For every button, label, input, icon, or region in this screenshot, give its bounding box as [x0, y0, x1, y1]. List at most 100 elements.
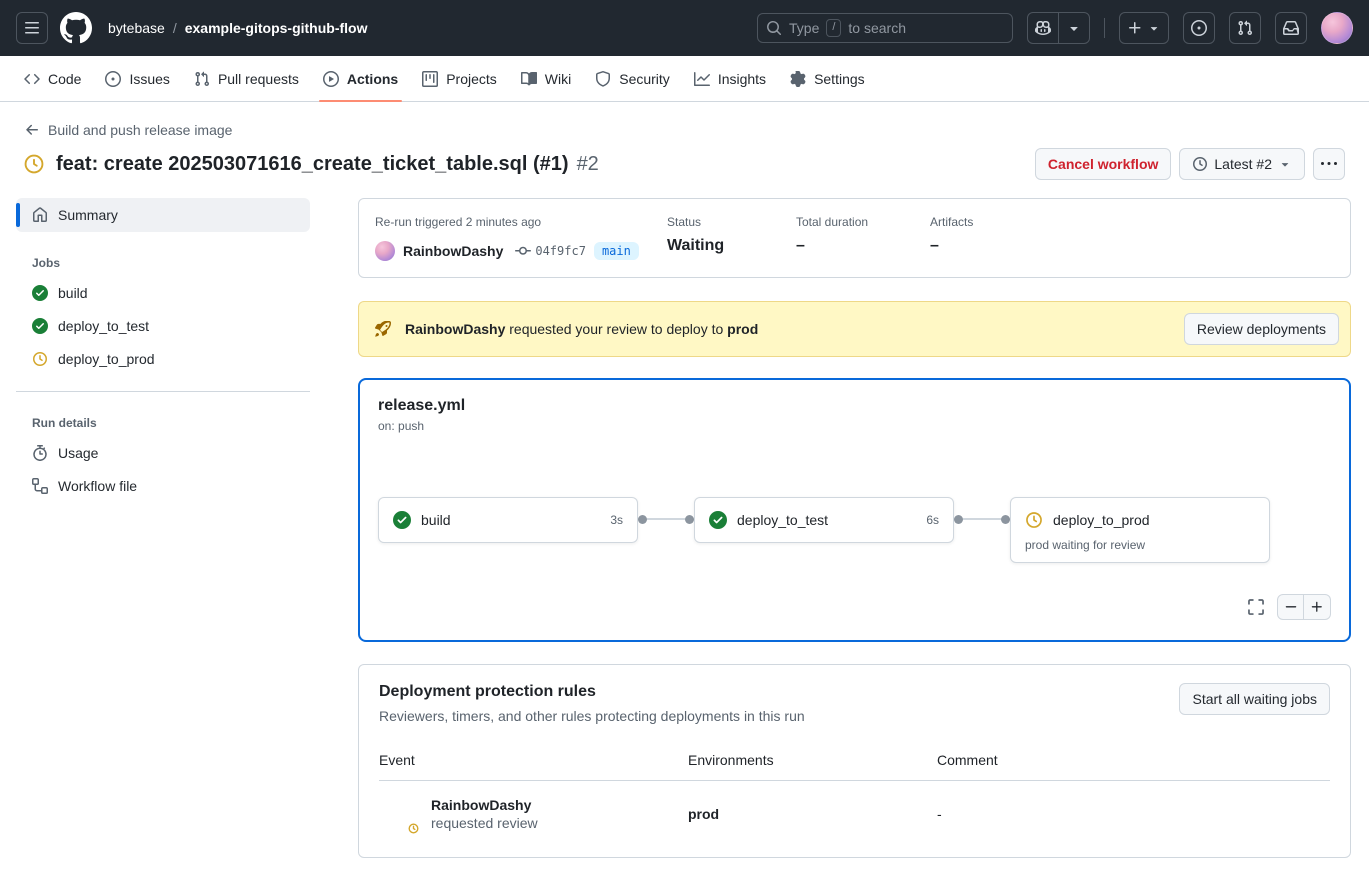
protection-table-header: Event Environments Comment [379, 742, 1330, 781]
slash-keycap: / [826, 19, 841, 36]
connector-line [963, 518, 1001, 520]
sidebar-job-deploy-to-test[interactable]: deploy_to_test [16, 309, 310, 342]
tab-label: Settings [814, 71, 865, 87]
sidebar-divider [16, 391, 310, 392]
back-to-workflow-link[interactable]: Build and push release image [24, 122, 232, 138]
pending-clock-badge-icon [405, 820, 422, 837]
trigger-text: Re-run triggered 2 minutes ago [375, 215, 667, 229]
tab-pull-requests[interactable]: Pull requests [182, 56, 311, 101]
deployment-protection-card: Deployment protection rules Reviewers, t… [358, 664, 1351, 858]
actor-link[interactable]: RainbowDashy [403, 243, 503, 259]
tab-label: Wiki [545, 71, 571, 87]
zoom-out-button[interactable] [1277, 594, 1304, 620]
protection-title: Deployment protection rules [379, 683, 805, 701]
graph-node-deploy-to-prod[interactable]: deploy_to_prod prod waiting for review [1010, 497, 1270, 563]
actor-avatar[interactable] [375, 241, 395, 261]
header-actions: Type / to search [757, 12, 1353, 44]
create-new-button[interactable] [1119, 12, 1169, 44]
artifacts-value: – [930, 237, 973, 255]
sidebar-item-workflow-file[interactable]: Workflow file [16, 469, 310, 502]
run-number: #2 [577, 153, 599, 176]
sidebar-workflow-file-label: Workflow file [58, 478, 137, 494]
cancel-workflow-button[interactable]: Cancel workflow [1035, 148, 1171, 180]
github-logo[interactable] [60, 12, 92, 44]
graph-node-deploy-to-test[interactable]: deploy_to_test 6s [694, 497, 954, 543]
tab-label: Projects [446, 71, 497, 87]
copilot-button[interactable] [1028, 13, 1058, 43]
artifacts-label: Artifacts [930, 215, 973, 229]
issues-dashboard-button[interactable] [1183, 12, 1215, 44]
review-deployments-button[interactable]: Review deployments [1184, 313, 1339, 345]
run-title: feat: create 202503071616_create_ticket_… [56, 153, 569, 176]
breadcrumb-separator: / [173, 20, 177, 36]
tab-issues[interactable]: Issues [93, 56, 181, 101]
search-icon [766, 20, 782, 36]
graph-icon [694, 71, 710, 87]
reviewer-avatar[interactable] [379, 794, 419, 834]
rocket-icon [375, 321, 391, 337]
sidebar-item-usage[interactable]: Usage [16, 436, 310, 469]
tab-label: Pull requests [218, 71, 299, 87]
breadcrumb-org-link[interactable]: bytebase [108, 20, 165, 36]
review-request-actor[interactable]: RainbowDashy [405, 321, 505, 337]
pull-requests-dashboard-button[interactable] [1229, 12, 1261, 44]
sidebar-job-deploy-to-prod[interactable]: deploy_to_prod [16, 342, 310, 375]
sidebar-job-label: deploy_to_prod [58, 351, 155, 367]
tab-wiki[interactable]: Wiki [509, 56, 583, 101]
protection-table: Event Environments Comment RainbowDa [379, 742, 1330, 847]
run-version-dropdown[interactable]: Latest #2 [1179, 148, 1305, 180]
clock-icon [32, 351, 48, 367]
graph-node-build[interactable]: build 3s [378, 497, 638, 543]
tab-actions[interactable]: Actions [311, 56, 410, 101]
sidebar-summary-label: Summary [58, 207, 118, 223]
run-options-kebab-button[interactable] [1313, 148, 1345, 180]
run-header: Build and push release image feat: creat… [0, 102, 1369, 196]
tab-projects[interactable]: Projects [410, 56, 509, 101]
zoom-in-button[interactable] [1304, 594, 1331, 620]
clock-icon [1025, 511, 1043, 529]
graph-node-duration: 6s [926, 513, 939, 527]
search-input[interactable]: Type / to search [757, 13, 1013, 43]
branch-badge[interactable]: main [594, 242, 639, 260]
run-version-label: Latest #2 [1214, 156, 1272, 172]
breadcrumb-repo-link[interactable]: example-gitops-github-flow [185, 20, 368, 36]
minus-icon [1284, 600, 1298, 614]
workflow-graph: build 3s deploy_to_test 6s [378, 497, 1331, 563]
start-all-waiting-jobs-button[interactable]: Start all waiting jobs [1179, 683, 1330, 715]
commit-link[interactable]: 04f9fc7 [515, 243, 586, 259]
reviewer-name[interactable]: RainbowDashy [431, 797, 538, 813]
workflow-graph-card: release.yml on: push build 3s [358, 378, 1351, 642]
search-placeholder-pre: Type [789, 20, 819, 36]
tab-code[interactable]: Code [12, 56, 93, 101]
inbox-button[interactable] [1275, 12, 1307, 44]
hamburger-menu-button[interactable] [16, 12, 48, 44]
check-circle-icon [393, 511, 411, 529]
sidebar-job-build[interactable]: build [16, 276, 310, 309]
tab-label: Issues [129, 71, 169, 87]
tab-security[interactable]: Security [583, 56, 682, 101]
table-icon [422, 71, 438, 87]
tab-label: Insights [718, 71, 766, 87]
workflow-name: Build and push release image [48, 122, 232, 138]
issue-opened-icon [1191, 20, 1207, 36]
check-circle-icon [709, 511, 727, 529]
user-avatar[interactable] [1321, 12, 1353, 44]
fullscreen-icon [1247, 598, 1265, 616]
breadcrumb: bytebase / example-gitops-github-flow [108, 20, 367, 36]
graph-node-name: deploy_to_test [737, 512, 828, 528]
connector-dot [638, 515, 647, 524]
sidebar-item-summary[interactable]: Summary [16, 198, 310, 232]
hamburger-icon [24, 20, 40, 36]
sidebar-job-label: deploy_to_test [58, 318, 149, 334]
graph-node-name: deploy_to_prod [1053, 512, 1150, 528]
fullscreen-button[interactable] [1247, 598, 1265, 616]
status-label: Status [667, 215, 796, 229]
review-request-environment: prod [727, 321, 758, 337]
connector-dot [1001, 515, 1010, 524]
graph-node-duration: 3s [610, 513, 623, 527]
row-comment: - [937, 806, 1330, 822]
git-commit-icon [515, 243, 531, 259]
tab-insights[interactable]: Insights [682, 56, 778, 101]
tab-settings[interactable]: Settings [778, 56, 877, 101]
copilot-dropdown-button[interactable] [1058, 13, 1089, 43]
